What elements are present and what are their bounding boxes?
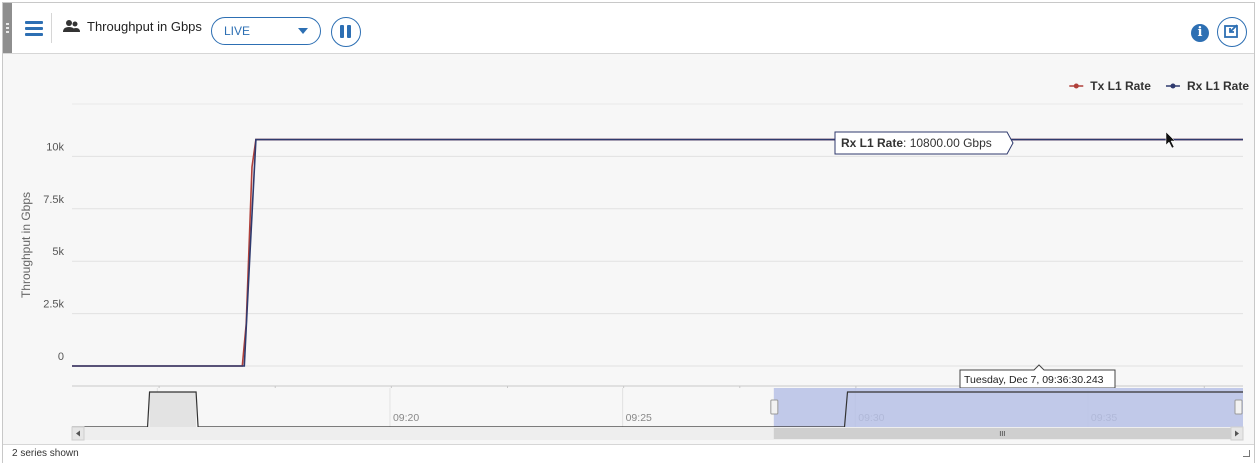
series-count: 2 series shown — [12, 448, 79, 459]
navigator-handle[interactable] — [770, 399, 779, 415]
panel-header: Throughput in Gbps LIVE i — [3, 3, 1254, 54]
legend-item: Rx L1 Rate — [1187, 79, 1249, 93]
chart-title: Throughput in Gbps — [87, 19, 202, 34]
mode-select-value: LIVE — [224, 24, 251, 38]
series-line[interactable] — [72, 138, 1243, 367]
navigator-tick-label: 09:20 — [393, 412, 419, 424]
menu-button[interactable] — [17, 13, 52, 43]
navigator-tick-label: 09:25 — [626, 412, 652, 424]
y-tick-label: 0 — [58, 351, 64, 363]
y-tick-label: 2.5k — [43, 299, 64, 311]
crosshair-label-text: Tuesday, Dec 7, 09:36:30.243 — [964, 374, 1104, 386]
legend-marker — [1170, 83, 1176, 89]
navigator-handle[interactable] — [1234, 399, 1243, 415]
y-axis-label: Throughput in Gbps — [19, 192, 33, 298]
legend-marker — [1073, 83, 1079, 89]
y-tick-label: 10k — [46, 141, 64, 153]
y-tick-label: 5k — [52, 246, 64, 258]
line-chart[interactable]: 02.5k5k7.5k10kThroughput in Gbps09:2909:… — [3, 54, 1254, 444]
navigator-area — [149, 392, 197, 427]
popout-icon — [1224, 24, 1238, 38]
status-bar: 2 series shown — [3, 444, 1254, 463]
cursor-icon — [1165, 131, 1176, 149]
navigator-selection[interactable] — [773, 388, 1243, 427]
series-line[interactable] — [72, 138, 1243, 367]
caret-down-icon — [298, 28, 308, 34]
info-icon[interactable]: i — [1191, 24, 1209, 42]
users-icon — [63, 20, 80, 32]
legend-item: Tx L1 Rate — [1090, 79, 1151, 93]
pause-button[interactable] — [331, 17, 361, 47]
drag-handle-icon[interactable] — [3, 3, 12, 53]
y-tick-label: 7.5k — [43, 194, 64, 206]
mode-select[interactable]: LIVE — [211, 17, 321, 45]
chart-area: 02.5k5k7.5k10kThroughput in Gbps09:2909:… — [3, 54, 1254, 444]
resize-grip-icon[interactable] — [1243, 450, 1250, 457]
chart-panel: Throughput in Gbps LIVE i 0 2.5k 5k 7.5k 10k… — [2, 2, 1255, 463]
tooltip-text: Rx L1 Rate: 10800.00 Gbps — [841, 136, 992, 150]
popout-button[interactable] — [1217, 17, 1247, 47]
